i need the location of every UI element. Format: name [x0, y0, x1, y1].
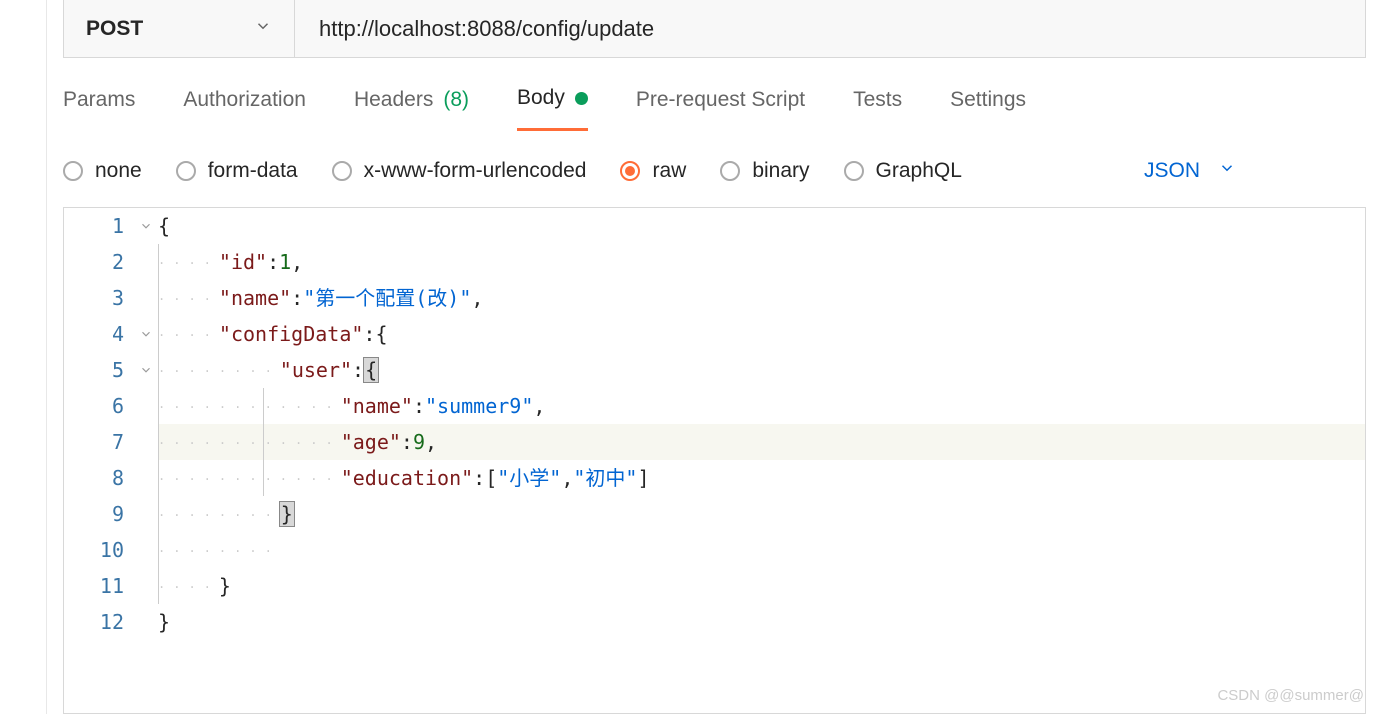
tab-params[interactable]: Params — [63, 86, 135, 131]
watermark: CSDN @@summer@ — [1217, 687, 1364, 704]
body-type-options: none form-data x-www-form-urlencoded raw… — [47, 131, 1382, 207]
fold-icon[interactable] — [139, 352, 153, 388]
tab-pre-request-script[interactable]: Pre-request Script — [636, 86, 805, 131]
radio-icon — [844, 161, 864, 181]
body-option-none[interactable]: none — [63, 159, 142, 183]
fold-gutter — [134, 208, 158, 640]
fold-icon[interactable] — [139, 316, 153, 352]
line-number-gutter: 1 2 3 4 5 6 7 8 9 10 11 12 — [64, 208, 134, 640]
tab-authorization[interactable]: Authorization — [183, 86, 306, 131]
code-area[interactable]: { ····"id":1, ····"name":"第一个配置(改)", ···… — [158, 208, 1365, 640]
body-option-binary[interactable]: binary — [720, 159, 809, 183]
body-option-urlencoded[interactable]: x-www-form-urlencoded — [332, 159, 587, 183]
url-bar: POST http://localhost:8088/config/update — [63, 0, 1366, 58]
unsaved-dot-icon — [575, 92, 588, 105]
http-method-label: POST — [86, 17, 143, 41]
tab-tests[interactable]: Tests — [853, 86, 902, 131]
radio-icon — [720, 161, 740, 181]
request-tabs: Params Authorization Headers (8) Body Pr… — [47, 58, 1382, 131]
body-option-form-data[interactable]: form-data — [176, 159, 298, 183]
url-input[interactable]: http://localhost:8088/config/update — [295, 0, 1366, 58]
headers-count: (8) — [443, 88, 469, 112]
left-sidebar-gutter — [0, 0, 47, 714]
chevron-down-icon — [254, 17, 272, 41]
content-type-select[interactable]: JSON — [1144, 159, 1236, 183]
fold-icon[interactable] — [139, 208, 153, 244]
http-method-select[interactable]: POST — [63, 0, 295, 58]
radio-icon — [176, 161, 196, 181]
tab-settings[interactable]: Settings — [950, 86, 1026, 131]
tab-body[interactable]: Body — [517, 86, 588, 131]
chevron-down-icon — [1218, 159, 1236, 183]
content-type-label: JSON — [1144, 159, 1200, 183]
tab-headers[interactable]: Headers (8) — [354, 86, 469, 131]
radio-icon — [332, 161, 352, 181]
radio-selected-icon — [620, 161, 640, 181]
url-text: http://localhost:8088/config/update — [319, 16, 654, 42]
radio-icon — [63, 161, 83, 181]
body-option-raw[interactable]: raw — [620, 159, 686, 183]
body-editor[interactable]: 1 2 3 4 5 6 7 8 9 10 11 12 — [63, 207, 1366, 714]
body-option-graphql[interactable]: GraphQL — [844, 159, 962, 183]
